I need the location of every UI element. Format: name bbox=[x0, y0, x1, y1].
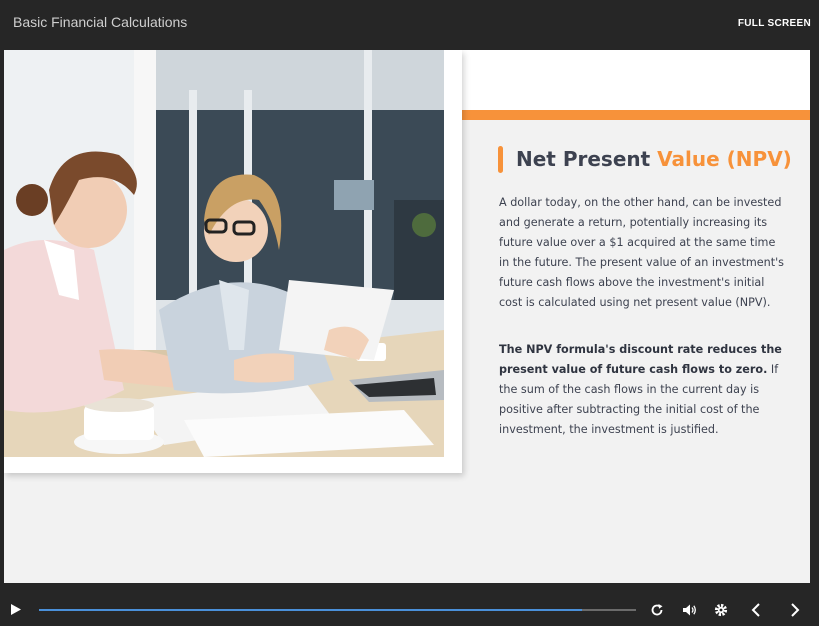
seek-bar[interactable] bbox=[39, 609, 636, 611]
paragraph-bold-lead: The NPV formula's discount rate reduces … bbox=[499, 343, 782, 376]
replay-icon[interactable] bbox=[650, 603, 664, 622]
full-screen-button[interactable]: FULL SCREEN bbox=[738, 18, 811, 29]
heading-text-highlight: Value (NPV) bbox=[657, 147, 792, 171]
prev-icon[interactable] bbox=[751, 603, 761, 622]
volume-icon[interactable] bbox=[682, 603, 697, 622]
top-bar: Basic Financial Calculations FULL SCREEN bbox=[0, 0, 819, 50]
paragraph-npv-formula: The NPV formula's discount rate reduces … bbox=[499, 340, 784, 440]
player-controls bbox=[0, 583, 819, 626]
heading-text-main: Net Present bbox=[516, 147, 658, 171]
course-title: Basic Financial Calculations bbox=[13, 14, 188, 30]
settings-icon[interactable] bbox=[714, 603, 728, 622]
photo-illustration bbox=[4, 50, 444, 457]
slide-canvas: Net Present Value (NPV) A dollar today, … bbox=[4, 50, 810, 583]
slide-photo bbox=[4, 50, 444, 457]
next-icon[interactable] bbox=[790, 603, 800, 622]
slide-heading: Net Present Value (NPV) bbox=[516, 147, 792, 171]
header-white-block bbox=[462, 50, 810, 110]
accent-bar bbox=[462, 110, 810, 120]
heading-accent-mark bbox=[498, 146, 503, 173]
paragraph-intro: A dollar today, on the other hand, can b… bbox=[499, 196, 785, 309]
seek-bar-progress bbox=[39, 609, 583, 611]
photo-card bbox=[4, 50, 462, 473]
play-icon[interactable] bbox=[10, 603, 22, 621]
